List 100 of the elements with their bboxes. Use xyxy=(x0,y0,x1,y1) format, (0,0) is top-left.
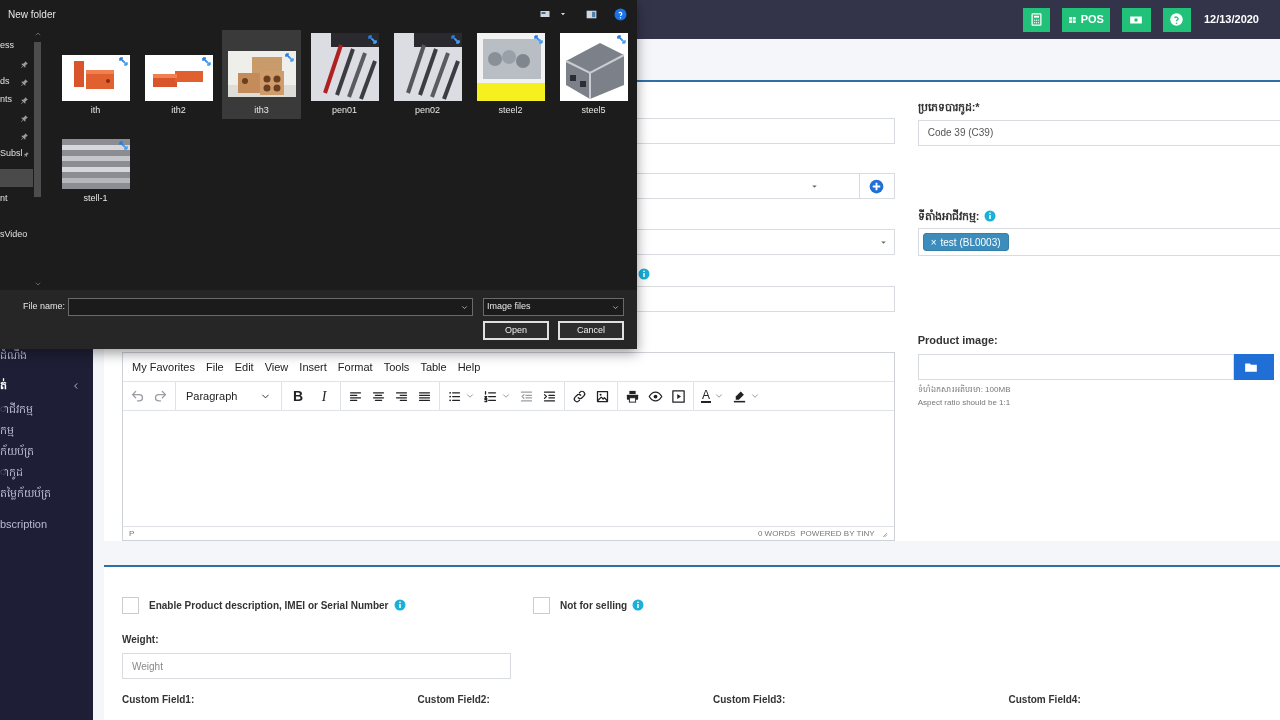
browse-button[interactable] xyxy=(1233,353,1274,380)
pin-icon[interactable] xyxy=(20,95,29,105)
caret-icon[interactable] xyxy=(559,10,567,18)
menu-item[interactable]: View xyxy=(264,358,289,376)
nav-item[interactable]: Subsl xyxy=(0,145,33,163)
image-thumbnail[interactable]: ith xyxy=(56,30,135,119)
chevron-down-icon xyxy=(465,391,475,401)
sync-icon xyxy=(366,34,378,45)
view-icon[interactable] xyxy=(539,8,551,20)
sidebar-item[interactable]: bscription xyxy=(0,516,48,533)
menu-item[interactable]: My Favorites xyxy=(132,358,195,376)
nav-item[interactable]: sVideo xyxy=(0,226,33,244)
menu-item[interactable]: Tools xyxy=(383,358,410,376)
field-label: Custom Field2: xyxy=(417,693,491,704)
sync-icon xyxy=(532,34,544,45)
image-thumbnail[interactable]: stell-1 xyxy=(56,118,135,207)
sync-icon xyxy=(117,56,129,67)
help-text: ទំហំឯកសារអតិបរមា: 100MB xyxy=(917,383,1012,396)
redo-icon xyxy=(153,388,168,404)
image-thumbnail[interactable]: pen02 xyxy=(388,30,467,119)
menu-item[interactable]: Format xyxy=(337,358,373,376)
nav-item[interactable]: ess xyxy=(0,37,33,55)
nav-item[interactable]: nt xyxy=(0,190,33,208)
info-icon[interactable] xyxy=(632,599,645,611)
field-label: Custom Field3: xyxy=(713,693,787,704)
indent-icon xyxy=(542,388,557,404)
checkbox[interactable] xyxy=(533,596,550,614)
help-icon xyxy=(1169,12,1185,27)
info-icon[interactable] xyxy=(984,209,997,222)
branding-link[interactable]: POWERED BY TINY xyxy=(800,527,875,540)
sidebar-item[interactable]: ត់ xyxy=(0,377,7,394)
format-dropdown[interactable]: Paragraph xyxy=(180,385,277,407)
dialog-title: New folder xyxy=(8,7,56,22)
menu-item[interactable]: Insert xyxy=(299,358,327,376)
word-count: 0 WORDS xyxy=(757,527,796,540)
chevron-down-icon xyxy=(750,391,760,401)
barcode-select[interactable]: Code 39 (C39) xyxy=(917,119,1280,146)
bold-button[interactable]: B xyxy=(286,385,310,407)
text-color-button[interactable]: A xyxy=(698,385,727,407)
help-icon[interactable] xyxy=(614,7,627,21)
play-icon xyxy=(671,388,686,404)
pin-icon[interactable] xyxy=(20,77,29,87)
location-tag[interactable]: × test (BL0003) xyxy=(922,233,1009,251)
field-label: File name: xyxy=(22,300,67,314)
outdent-icon xyxy=(519,388,534,404)
italic-button[interactable]: I xyxy=(312,385,336,407)
eye-icon xyxy=(648,388,663,404)
location-select[interactable]: × test (BL0003) xyxy=(917,228,1280,256)
date-text: 12/13/2020 xyxy=(1203,12,1259,28)
chevron-down-icon xyxy=(714,391,724,401)
file-type-select[interactable]: Image files xyxy=(483,298,624,316)
field-label: ទីតាំងអាជីវកម្ម: xyxy=(917,208,980,224)
sidebar-item[interactable]: ាជីវកម្ម xyxy=(0,401,33,418)
sidebar-item[interactable]: ដំណឹង xyxy=(0,347,27,364)
sidebar-item[interactable]: ក័យប័ត្រ xyxy=(0,443,34,460)
pin-icon[interactable] xyxy=(20,131,29,141)
sync-icon xyxy=(283,52,295,63)
checkbox-label: Not for selling xyxy=(560,598,628,613)
plus-icon xyxy=(869,178,885,194)
file-name-field[interactable] xyxy=(68,298,473,316)
add-button[interactable] xyxy=(859,173,895,199)
chevron-down-icon xyxy=(501,391,511,401)
checkbox[interactable] xyxy=(122,596,139,614)
nav-item[interactable]: nts xyxy=(0,91,33,109)
numbered-list-icon xyxy=(483,388,498,404)
sync-icon xyxy=(117,140,129,151)
cash-button[interactable] xyxy=(1121,7,1151,32)
nav-item[interactable]: ds xyxy=(0,73,33,91)
sync-icon xyxy=(449,34,461,45)
sidebar-item[interactable]: កម្ម xyxy=(0,422,14,439)
image-thumbnail[interactable]: steel5 xyxy=(554,30,633,119)
help-text: Aspect ratio should be 1:1 xyxy=(917,396,1012,409)
sync-icon xyxy=(200,56,212,67)
remove-tag-icon[interactable]: × xyxy=(930,234,937,250)
info-icon[interactable] xyxy=(638,268,650,280)
image-thumbnail[interactable]: pen01 xyxy=(305,30,384,119)
menu-item[interactable]: Help xyxy=(457,358,481,376)
image-thumbnail[interactable]: ith2 xyxy=(139,30,218,119)
scroll-down-icon[interactable] xyxy=(33,280,42,288)
menu-item[interactable]: Edit xyxy=(234,358,254,376)
scroll-thumb[interactable] xyxy=(34,42,41,197)
image-thumbnail[interactable]: ith3 xyxy=(222,30,301,119)
scroll-up-icon[interactable] xyxy=(33,30,42,38)
sidebar-item[interactable]: ាកូដ xyxy=(0,464,23,481)
info-icon[interactable] xyxy=(393,599,406,611)
image-thumbnail[interactable]: steel2 xyxy=(471,30,550,119)
weight-input[interactable]: Weight xyxy=(122,653,511,679)
cancel-button[interactable]: Cancel xyxy=(558,321,624,340)
chevron-icon[interactable] xyxy=(72,381,80,390)
open-button[interactable]: Open xyxy=(483,321,549,340)
link-icon xyxy=(572,388,587,404)
help-button[interactable] xyxy=(1162,7,1191,32)
menu-item[interactable]: Table xyxy=(420,358,447,376)
calculator-button[interactable] xyxy=(1022,7,1050,32)
sidebar-item[interactable]: តម្លៃក័យប័ត្រ xyxy=(0,485,51,502)
menu-item[interactable]: File xyxy=(205,358,224,376)
pin-icon[interactable] xyxy=(20,59,29,69)
pin-icon[interactable] xyxy=(20,113,29,123)
field-label: Weight: xyxy=(122,633,160,647)
file-input-field[interactable] xyxy=(917,353,1234,380)
